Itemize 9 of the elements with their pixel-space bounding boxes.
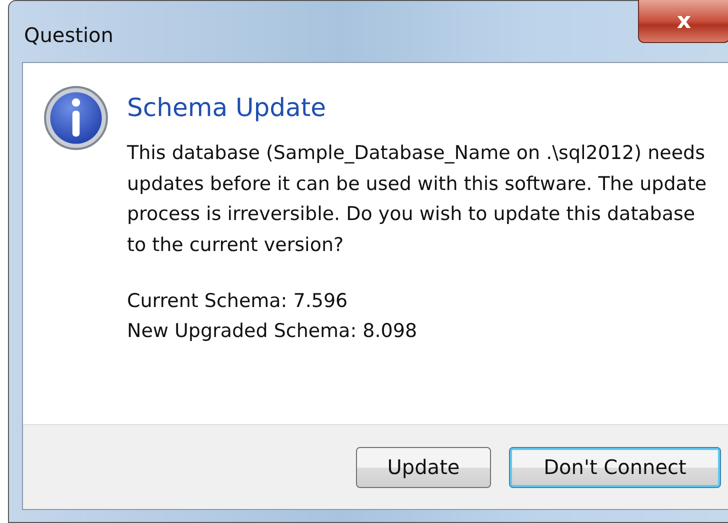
update-button[interactable]: Update [356,446,491,488]
schema-version-text: New Upgraded Schema: 8.098 [127,319,418,344]
dialog-heading: Schema Update [127,93,327,122]
message-text: This database (Sample_Database_Name on .\sql2012) needs updates before it can be used with this software. The update process is irreversible. Do you wish to update this database to the current version? [127,141,708,258]
dont-connect-button[interactable]: Don't Connect [509,446,721,488]
close-button[interactable]: x [638,0,728,43]
schema-version-text: Current Schema: 7.596 [127,289,349,314]
window-title: Question [24,23,114,47]
info-icon [43,85,109,151]
